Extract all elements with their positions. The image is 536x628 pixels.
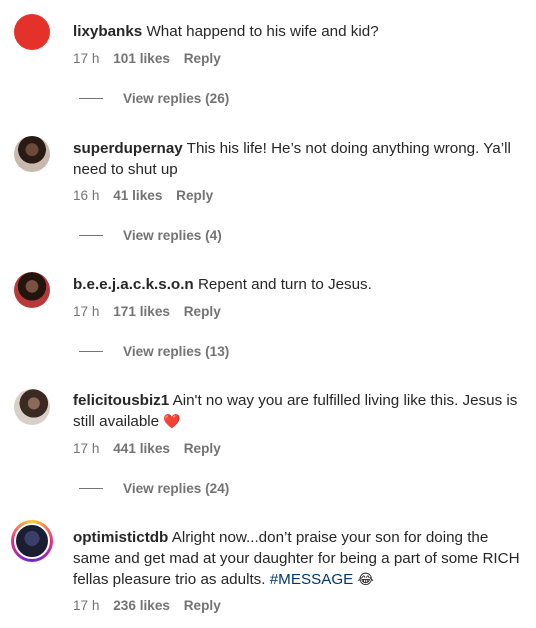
- reply-button[interactable]: Reply: [184, 51, 221, 66]
- comment-time: 16 h: [73, 188, 100, 203]
- comment-meta: 17 h 171 likes Reply: [73, 304, 231, 319]
- avatar[interactable]: [14, 389, 50, 425]
- view-replies-button[interactable]: View replies (26): [79, 91, 229, 106]
- comment-text: lixybanks What happend to his wife and k…: [73, 21, 523, 42]
- comment-likes[interactable]: 41 likes: [113, 188, 162, 203]
- comment-text: optimistictdb Alright now...don’t praise…: [73, 527, 523, 590]
- view-replies-label: View replies (24): [123, 481, 230, 496]
- avatar[interactable]: [14, 136, 50, 172]
- reply-button[interactable]: Reply: [184, 441, 221, 456]
- avatar[interactable]: [14, 272, 50, 308]
- comment-likes[interactable]: 441 likes: [113, 441, 170, 456]
- avatar: [14, 523, 50, 559]
- divider-line: [79, 488, 103, 489]
- comment-time: 17 h: [73, 598, 100, 613]
- comment-time: 17 h: [73, 51, 100, 66]
- comment-username[interactable]: lixybanks: [73, 23, 142, 40]
- comment-likes[interactable]: 236 likes: [113, 598, 170, 613]
- comment-body: Repent and turn to Jesus.: [197, 276, 372, 293]
- divider-line: [79, 351, 103, 352]
- reply-button[interactable]: Reply: [184, 304, 221, 319]
- divider-line: [79, 235, 103, 236]
- comment-username[interactable]: b.e.e.j.a.c.k.s.o.n: [73, 276, 194, 293]
- view-replies-button[interactable]: View replies (24): [79, 481, 229, 496]
- reply-button[interactable]: Reply: [176, 188, 213, 203]
- reply-button[interactable]: Reply: [184, 598, 221, 613]
- comment-meta: 17 h 101 likes Reply: [73, 51, 231, 66]
- comment-username[interactable]: superdupernay: [73, 140, 183, 157]
- red-heart-icon: ❤️: [163, 413, 181, 429]
- comment-meta: 17 h 441 likes Reply: [73, 441, 231, 456]
- comment-time: 17 h: [73, 304, 100, 319]
- comment-body: What happend to his wife and kid?: [146, 23, 379, 40]
- comment-meta: 16 h 41 likes Reply: [73, 188, 223, 203]
- comment-likes[interactable]: 101 likes: [113, 51, 170, 66]
- comment-meta: 17 h 236 likes Reply: [73, 598, 231, 613]
- comment-text: superdupernay This his life! He’s not do…: [73, 138, 523, 180]
- comment-username[interactable]: optimistictdb: [73, 529, 168, 546]
- view-replies-label: View replies (13): [123, 344, 230, 359]
- avatar-story-ring[interactable]: [11, 520, 53, 562]
- view-replies-button[interactable]: View replies (13): [79, 344, 229, 359]
- comment-likes[interactable]: 171 likes: [113, 304, 170, 319]
- hashtag-link[interactable]: #MESSAGE: [270, 571, 354, 588]
- comment-time: 17 h: [73, 441, 100, 456]
- avatar[interactable]: [14, 14, 50, 50]
- view-replies-label: View replies (26): [123, 91, 230, 106]
- tears-of-joy-icon: 😂: [357, 571, 374, 587]
- view-replies-label: View replies (4): [123, 228, 222, 243]
- divider-line: [79, 98, 103, 99]
- comment-username[interactable]: felicitousbiz1: [73, 392, 169, 409]
- comment-text: felicitousbiz1 Ain't no way you are fulf…: [73, 390, 523, 432]
- comment-text: b.e.e.j.a.c.k.s.o.n Repent and turn to J…: [73, 274, 523, 295]
- view-replies-button[interactable]: View replies (4): [79, 228, 222, 243]
